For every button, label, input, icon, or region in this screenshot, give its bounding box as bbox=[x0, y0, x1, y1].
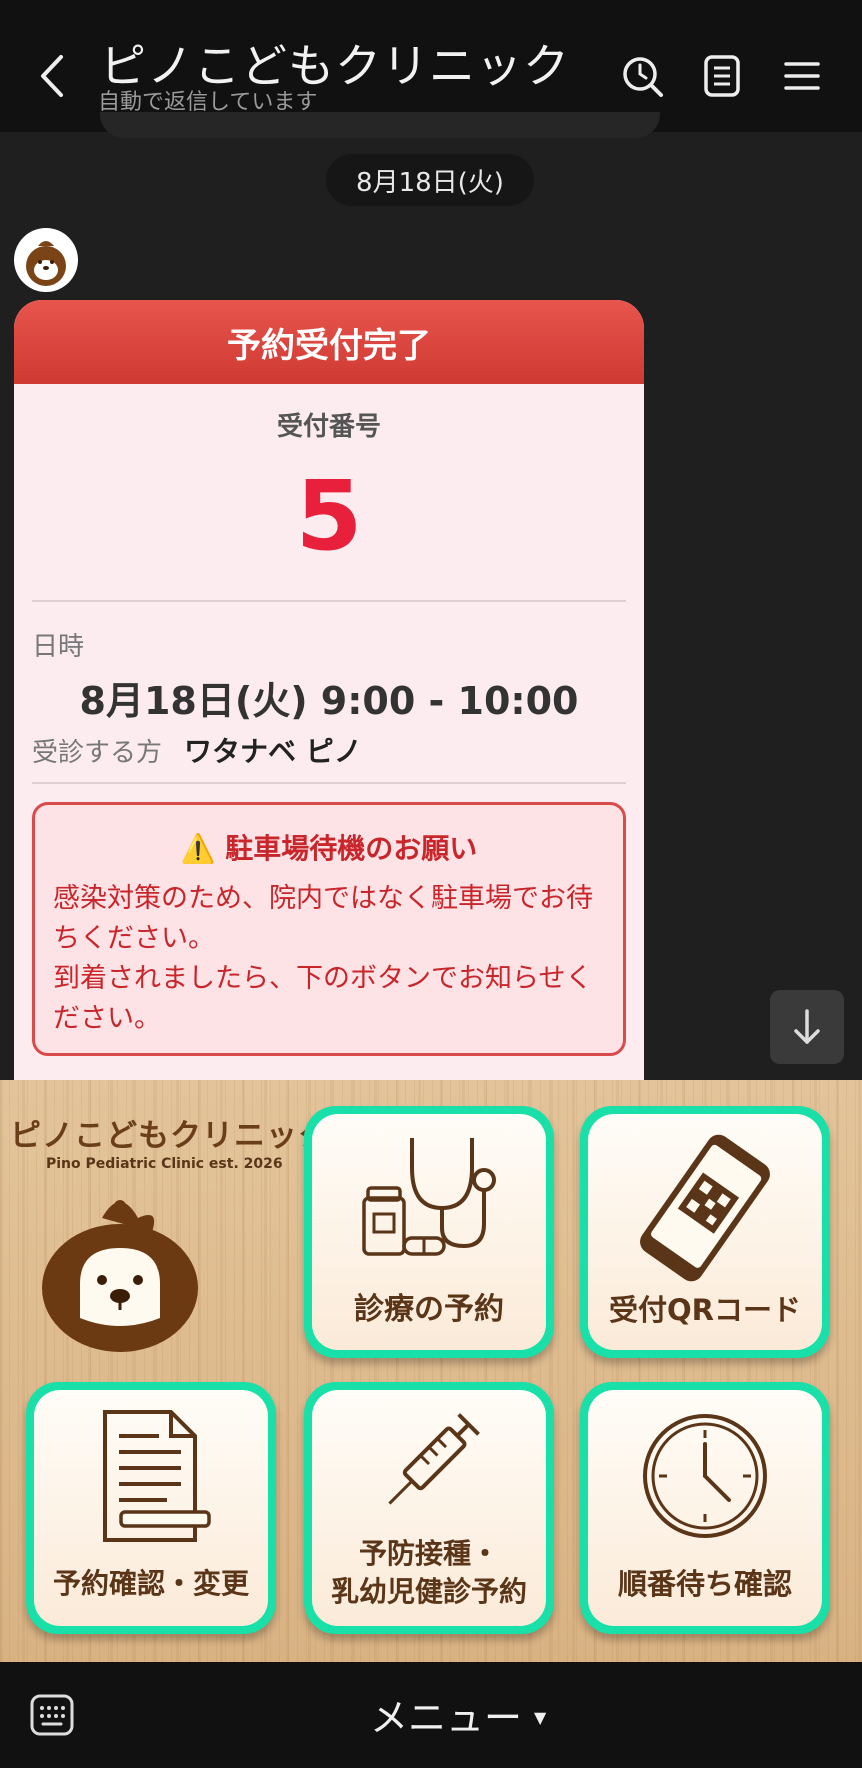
arrow-down-icon bbox=[794, 1009, 820, 1044]
hamburger-menu-button[interactable] bbox=[778, 52, 826, 100]
menu-label: メニュー bbox=[370, 1695, 523, 1740]
syringe-icon bbox=[312, 1404, 546, 1524]
qr-phone-icon bbox=[588, 1128, 822, 1288]
keyboard-toggle-button[interactable] bbox=[30, 1694, 74, 1736]
reserve-consultation-button[interactable]: 診療の予約 bbox=[304, 1106, 554, 1358]
stethoscope-icon bbox=[312, 1128, 546, 1278]
rich-menu: ピノこどもクリニック Pino Pediatric Clinic est. 20… bbox=[0, 1080, 862, 1662]
tile-body: 受付QRコード bbox=[588, 1114, 822, 1350]
reservation-card: 予約受付完了 受付番号 5 日時 8月18日(火) 9:00 - 10:00 受… bbox=[14, 300, 644, 1080]
tile-body: 予防接種・ 乳幼児健診予約 bbox=[312, 1390, 546, 1626]
notice-title-text: 駐車場待機のお願い bbox=[225, 832, 478, 865]
date-separator: 8月18日(火) bbox=[326, 154, 534, 206]
search-button[interactable] bbox=[618, 52, 666, 100]
card-title: 予約受付完了 bbox=[14, 300, 644, 384]
menu-toggle-button[interactable]: メニュー ▼ bbox=[370, 1684, 546, 1744]
tile-body: 診療の予約 bbox=[312, 1114, 546, 1350]
back-button[interactable] bbox=[30, 48, 74, 104]
search-icon bbox=[623, 57, 663, 97]
reception-qr-code-button[interactable]: 受付QRコード bbox=[580, 1106, 830, 1358]
mascot-avatar-icon bbox=[26, 241, 66, 286]
check-change-reservation-button[interactable]: 予約確認・変更 bbox=[26, 1382, 276, 1634]
notice-line-2: 到着されましたら、下のボタンでお知らせください。 bbox=[53, 963, 593, 1034]
tile-label-line-1: 予防接種・ bbox=[358, 1537, 499, 1570]
check-waiting-order-button[interactable]: 順番待ち確認 bbox=[580, 1382, 830, 1634]
tile-body: 順番待ち確認 bbox=[588, 1390, 822, 1626]
tile-label: 受付QRコード bbox=[609, 1293, 801, 1327]
chevron-left-icon bbox=[41, 55, 63, 97]
patient-name: ワタナベ ピノ bbox=[184, 735, 362, 768]
document-icon bbox=[34, 1406, 268, 1546]
vaccination-checkup-reservation-button[interactable]: 予防接種・ 乳幼児健診予約 bbox=[304, 1382, 554, 1634]
keyboard-icon bbox=[30, 1694, 74, 1736]
patient-label: 受診する方 bbox=[32, 738, 163, 768]
scroll-to-bottom-button[interactable] bbox=[770, 990, 844, 1064]
datetime-value: 8月18日(火) 9:00 - 10:00 bbox=[79, 679, 579, 723]
notice-line-1: 感染対策のため、院内ではなく駐車場でお待ちください。 bbox=[53, 883, 593, 954]
parking-notice: ⚠️ 駐車場待機のお願い 感染対策のため、院内ではなく駐車場でお待ちください。 … bbox=[32, 802, 626, 1056]
divider bbox=[32, 600, 626, 602]
caret-down-icon: ▼ bbox=[534, 1707, 547, 1727]
divider bbox=[32, 782, 626, 784]
tile-label: 診療の予約 bbox=[354, 1292, 504, 1327]
tile-label: 順番待ち確認 bbox=[617, 1567, 792, 1601]
receipt-number: 5 bbox=[295, 460, 363, 572]
notice-title: ⚠️ 駐車場待機のお願い bbox=[53, 827, 605, 867]
mascot-logo-icon bbox=[42, 1200, 198, 1352]
clinic-logo-subtitle: Pino Pediatric Clinic est. 2026 bbox=[46, 1156, 283, 1172]
tile-label-line-2: 乳幼児健診予約 bbox=[330, 1575, 527, 1608]
tile-label: 予約確認・変更 bbox=[52, 1567, 249, 1600]
clinic-logo-text: ピノこどもクリニック bbox=[10, 1118, 330, 1154]
notes-icon bbox=[704, 55, 740, 97]
bottom-bar: メニュー ▼ bbox=[0, 1662, 862, 1768]
tile-body: 予約確認・変更 bbox=[34, 1390, 268, 1626]
datetime-label: 日時 bbox=[32, 632, 85, 662]
hamburger-icon bbox=[784, 62, 820, 90]
warning-icon: ⚠️ bbox=[180, 832, 216, 865]
chat-screen: ピノこどもクリニック 自動で返信しています 8月18日(火) 予約受付完了 受付… bbox=[0, 0, 862, 1768]
notes-button[interactable] bbox=[698, 52, 746, 100]
clock-icon bbox=[588, 1406, 822, 1546]
previous-message-edge bbox=[100, 112, 660, 138]
receipt-number-label: 受付番号 bbox=[276, 412, 381, 442]
clinic-avatar[interactable] bbox=[14, 228, 78, 292]
